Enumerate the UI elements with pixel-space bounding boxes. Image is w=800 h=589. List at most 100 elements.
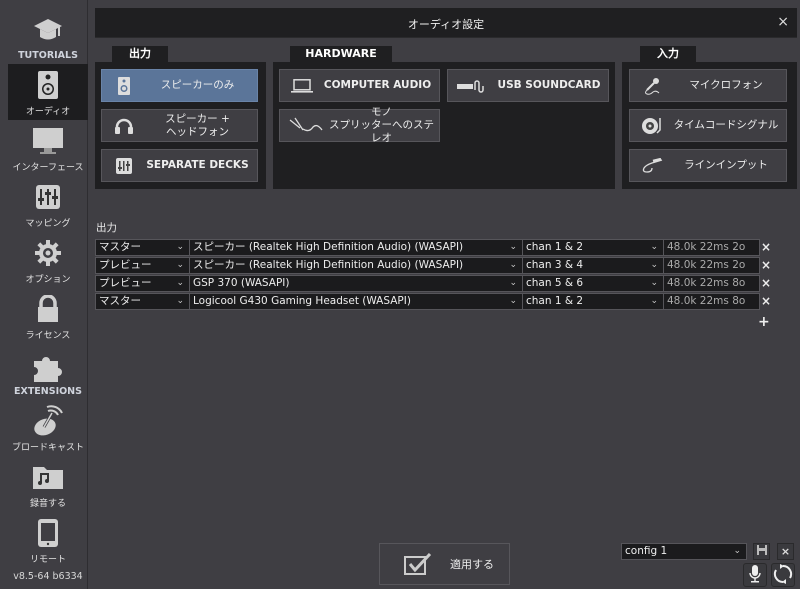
usb-cable-icon [456,72,490,100]
version-label: v8.5-64 b6334 [13,571,83,582]
timecode-signal-button[interactable]: タイムコードシグナル [629,109,787,142]
sidebar-item-label: ライセンス [25,331,71,341]
chevron-down-icon: ⌄ [509,296,517,306]
channel-select[interactable]: chan 1 & 2 ⌄ [522,293,664,310]
role-value: プレビュー [99,277,152,289]
chevron-down-icon: ⌄ [650,260,658,270]
microphone-settings-button[interactable] [743,563,767,587]
table-row: マスター ⌄ Logicool G430 Gaming Headset (WASA… [95,293,760,310]
chevron-down-icon: ⌄ [176,278,184,288]
sidebar-item-label: EXTENSIONS [14,386,82,397]
device-select[interactable]: スピーカー (Realtek High Definition Audio) (W… [189,239,523,256]
mono-splitter-button[interactable]: モノ スプリッターへのステレオ [279,106,440,145]
table-row: プレビュー ⌄ GSP 370 (WASAPI) ⌄ chan 5 & 6 ⌄ 48.… [95,275,760,292]
mixer-sliders-icon [32,181,64,213]
device-info: 48.0k 22ms 8o [663,275,760,292]
role-select[interactable]: マスター ⌄ [95,293,190,310]
save-config-button[interactable] [753,543,770,560]
chevron-down-icon: ⌄ [176,260,184,270]
delete-row-button[interactable]: × [760,293,772,310]
chevron-down-icon: ⌄ [176,242,184,252]
microphone-icon [749,564,761,586]
graduation-cap-icon [32,15,64,47]
chevron-down-icon: ⌄ [650,296,658,306]
mixer-icon [110,152,138,180]
sidebar-item-broadcast[interactable]: ブロードキャスト [8,400,88,456]
label-line-2: ヘッドフォン [166,125,229,138]
sidebar-item-record[interactable]: 録音する [8,456,88,512]
button-label: スピーカーのみ [160,79,235,91]
channel-select[interactable]: chan 3 & 4 ⌄ [522,257,664,274]
line-cable-icon [638,152,666,180]
headphones-icon [110,112,138,140]
sidebar-item-label: インターフェース [12,163,84,173]
channel-select[interactable]: chan 1 & 2 ⌄ [522,239,664,256]
delete-config-button[interactable]: × [777,543,794,560]
device-value: Logicool G430 Gaming Headset (WASAPI) [193,295,411,307]
delete-row-button[interactable]: × [760,257,772,274]
button-label: SEPARATE DECKS [146,159,249,171]
button-label: モノ スプリッターへのステレオ [324,106,439,145]
sidebar-item-interface[interactable]: インターフェース [8,120,88,176]
device-value: GSP 370 (WASAPI) [193,277,290,289]
add-output-button[interactable]: + [758,314,770,330]
device-select[interactable]: Logicool G430 Gaming Headset (WASAPI) ⌄ [189,293,523,310]
table-row: プレビュー ⌄ スピーカー (Realtek High Definition Au… [95,257,760,274]
role-select[interactable]: プレビュー ⌄ [95,275,190,292]
sidebar-item-tutorials[interactable]: TUTORIALS [8,8,88,64]
turntable-icon [638,112,666,140]
sidebar-item-label: リモート [29,555,66,565]
chevron-down-icon: ⌄ [650,242,658,252]
sidebar: TUTORIALS オーディオ インターフェース マッピング オプション ライセ… [0,0,88,589]
label-line-2: スプリッターへのステレオ [329,119,434,144]
table-row: マスター ⌄ スピーカー (Realtek High Definition Aud… [95,239,760,256]
sidebar-item-label: オーディオ [25,107,71,117]
button-label: ラインインプット [684,159,768,171]
tab-input: 入力 [640,46,696,62]
sidebar-item-remote[interactable]: リモート [8,512,88,568]
device-value: スピーカー (Realtek High Definition Audio) (W… [193,241,464,253]
speaker-icon [110,72,138,100]
outputs-section-label: 出力 [96,222,117,234]
delete-row-button[interactable]: × [760,239,772,256]
close-button[interactable]: × [777,14,789,30]
config-select[interactable]: config 1 ⌄ [621,543,747,560]
microphone-button[interactable]: マイクロフォン [629,69,787,102]
role-select[interactable]: プレビュー ⌄ [95,257,190,274]
sidebar-item-extensions[interactable]: EXTENSIONS [8,344,88,400]
apply-button[interactable]: 適用する [379,543,510,585]
speakers-headphones-button[interactable]: スピーカー + ヘッドフォン [101,109,258,142]
sidebar-item-options[interactable]: オプション [8,232,88,288]
speaker-icon [32,69,64,101]
sidebar-item-mapping[interactable]: マッピング [8,176,88,232]
button-label: タイムコードシグナル [673,119,779,131]
role-select[interactable]: マスター ⌄ [95,239,190,256]
device-select[interactable]: スピーカー (Realtek High Definition Audio) (W… [189,257,523,274]
gear-icon [32,237,64,269]
music-folder-icon [32,461,64,493]
channel-select[interactable]: chan 5 & 6 ⌄ [522,275,664,292]
broadcast-dish-icon [32,405,64,437]
chevron-down-icon: ⌄ [650,278,658,288]
separate-decks-button[interactable]: SEPARATE DECKS [101,149,258,182]
apply-label: 適用する [450,558,494,571]
usb-soundcard-button[interactable]: USB SOUNDCARD [447,69,609,102]
button-label: USB SOUNDCARD [497,79,601,91]
sidebar-item-audio[interactable]: オーディオ [8,64,88,120]
microphone-icon [638,72,666,100]
chevron-down-icon: ⌄ [509,260,517,270]
puzzle-icon [32,351,64,383]
device-info: 48.0k 22ms 2o [663,239,760,256]
refresh-button[interactable] [771,563,795,587]
channel-value: chan 3 & 4 [526,259,584,271]
sidebar-item-label: TUTORIALS [18,50,78,61]
speakers-only-button[interactable]: スピーカーのみ [101,69,258,102]
refresh-icon [773,563,793,587]
sidebar-item-license[interactable]: ライセンス [8,288,88,344]
delete-row-button[interactable]: × [760,275,772,292]
button-label: COMPUTER AUDIO [323,79,432,91]
line-input-button[interactable]: ラインインプット [629,149,787,182]
computer-audio-button[interactable]: COMPUTER AUDIO [279,69,440,102]
device-select[interactable]: GSP 370 (WASAPI) ⌄ [189,275,523,292]
role-value: マスター [99,241,141,253]
